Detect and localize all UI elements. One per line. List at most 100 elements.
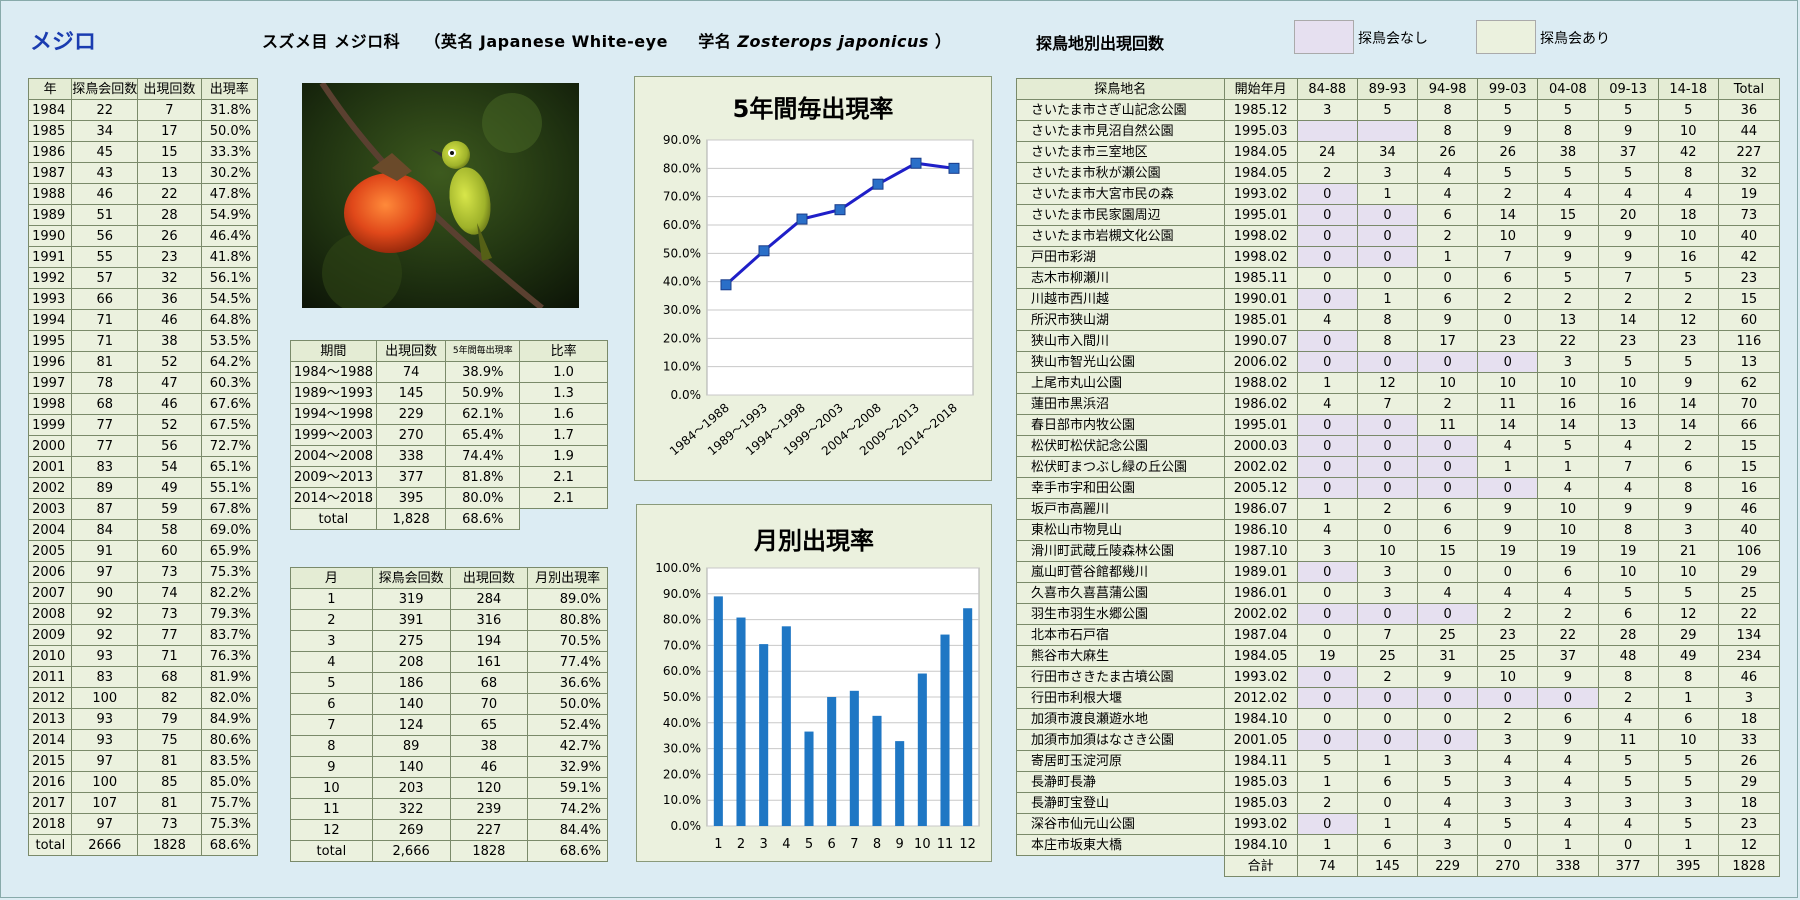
table-row: 狭山市智光山公園 2006.02 0 0 0 0 3 5 5 13	[1016, 351, 1781, 373]
table-cell: 15	[1717, 435, 1781, 457]
table-cell: 338	[375, 445, 447, 467]
table-cell: 18	[1657, 204, 1719, 226]
table-cell: 89	[371, 735, 451, 757]
table-cell: 10	[1477, 225, 1539, 247]
site-name: さいたま市秋が瀬公園	[1016, 162, 1225, 184]
table-cell: 9	[1537, 225, 1599, 247]
table-cell: 28	[1597, 624, 1659, 646]
table-cell: 83	[71, 666, 139, 688]
table-cell: 16	[1537, 393, 1599, 415]
table-cell: 7	[137, 99, 202, 121]
table-cell: 97	[71, 813, 139, 835]
table-row: 1994～1998 229 62.1% 1.6	[290, 403, 608, 425]
col-header: 14-18	[1657, 78, 1719, 100]
table-cell: 97	[71, 750, 139, 772]
table-row: 1989 51 28 54.9%	[27, 204, 259, 226]
table-cell: 71	[71, 309, 139, 331]
table-cell: 4	[290, 651, 373, 673]
data-point	[948, 162, 960, 174]
site-name: 寄居町玉淀河原	[1016, 750, 1225, 772]
data-point	[720, 279, 732, 291]
table-cell: 3	[1296, 99, 1358, 121]
table-cell: 90	[71, 582, 139, 604]
table-cell: 11	[1597, 729, 1659, 751]
table-row: 2014～2018 395 80.0% 2.1	[290, 487, 608, 509]
table-cell: 134	[1717, 624, 1781, 646]
table-cell: 2014～2018	[290, 487, 377, 509]
bar	[849, 690, 859, 826]
table-cell: 208	[371, 651, 451, 673]
yearly-table: 年 探鳥会回数 出現回数 出現率 1984 22 7 31.8% 1985 34 17 50.…	[27, 78, 259, 856]
table-cell: 82.2%	[200, 582, 259, 604]
table-cell: 161	[449, 651, 529, 673]
start-date: 2012.02	[1223, 687, 1298, 709]
table-row: 2006 97 73 75.3%	[27, 561, 259, 583]
table-cell: 40	[1717, 225, 1781, 247]
table-cell: 58	[137, 519, 202, 541]
table-cell: 21	[1657, 540, 1719, 562]
table-row: さいたま市三室地区 1984.05 24 34 26 26 38 37 42 227	[1016, 141, 1781, 163]
table-cell: 395	[375, 487, 447, 509]
table-cell: 1992	[27, 267, 73, 289]
table-cell: 0	[1477, 687, 1539, 709]
table-cell: 0	[1417, 351, 1479, 373]
col-header: 月別出現率	[527, 567, 608, 589]
table-cell: 10	[1537, 372, 1599, 394]
table-row: 1984 22 7 31.8%	[27, 99, 259, 121]
table-cell: 2010	[27, 645, 73, 667]
table-cell: 1	[1356, 750, 1419, 772]
table-cell: 77	[71, 435, 139, 457]
table-cell: 2000	[27, 435, 73, 457]
table-cell: 19	[1477, 540, 1539, 562]
table-cell: 284	[449, 588, 529, 610]
table-cell: 4	[1296, 519, 1358, 541]
table-row: 戸田市彩湖 1998.02 0 0 1 7 9 9 16 42	[1016, 246, 1781, 268]
table-cell: 3	[1537, 792, 1599, 814]
table-cell: 23	[1717, 267, 1781, 289]
start-date: 1987.04	[1223, 624, 1298, 646]
table-row: 7 124 65 52.4%	[290, 714, 608, 736]
table-row: 1999～2003 270 65.4% 1.7	[290, 424, 608, 446]
table-cell: 0	[1417, 687, 1479, 709]
table-cell: 1984～1988	[290, 361, 377, 383]
table-cell: 54.5%	[200, 288, 259, 310]
table-cell: 5	[1537, 162, 1599, 184]
table-row: 所沢市狭山湖 1985.01 4 8 9 0 13 14 12 60	[1016, 309, 1781, 331]
site-name: さいたま市見沼自然公園	[1016, 120, 1225, 142]
table-cell: 15	[1717, 456, 1781, 478]
table-cell: 30.2%	[200, 162, 259, 184]
table-cell: 0	[1477, 477, 1539, 499]
table-cell: total	[290, 840, 373, 862]
table-cell: 67.5%	[200, 414, 259, 436]
table-cell: 29	[1717, 771, 1781, 793]
table-cell: 64.2%	[200, 351, 259, 373]
table-row: 2013 93 79 84.9%	[27, 708, 259, 730]
table-cell: 13	[1537, 309, 1599, 331]
table-cell: 4	[1537, 582, 1599, 604]
table-row: 1991 55 23 41.8%	[27, 246, 259, 268]
table-cell: 2016	[27, 771, 73, 793]
table-row: 春日部市内牧公園 1995.01 0 0 11 14 14 13 14 66	[1016, 414, 1781, 436]
col-header: 出現回数	[375, 340, 447, 362]
bar	[963, 608, 973, 826]
table-cell: 5	[1477, 813, 1539, 835]
col-header: 探鳥会回数	[71, 78, 139, 100]
site-name: 幸手市宇和田公園	[1016, 477, 1225, 499]
table-row: 2015 97 81 83.5%	[27, 750, 259, 772]
start-date: 1989.01	[1223, 561, 1298, 583]
table-cell: 52.4%	[527, 714, 608, 736]
table-row: 1997 78 47 60.3%	[27, 372, 259, 394]
table-cell: 1988	[27, 183, 73, 205]
table-row: さいたま市大宮市民の森 1993.02 0 1 4 2 4 4 4 19	[1016, 183, 1781, 205]
table-cell: 3	[1477, 792, 1539, 814]
table-cell: 0	[1356, 246, 1419, 268]
table-row: 2004 84 58 69.0%	[27, 519, 259, 541]
table-row: 羽生市羽生水郷公園 2002.02 0 0 0 2 2 6 12 22	[1016, 603, 1781, 625]
table-cell: 10	[1597, 561, 1659, 583]
table-cell: 10	[1356, 540, 1419, 562]
table-row: 2004～2008 338 74.4% 1.9	[290, 445, 608, 467]
table-cell: total	[290, 508, 377, 530]
table-cell: 2	[1356, 666, 1419, 688]
table-cell: 0	[1296, 666, 1358, 688]
table-cell: 68	[71, 393, 139, 415]
